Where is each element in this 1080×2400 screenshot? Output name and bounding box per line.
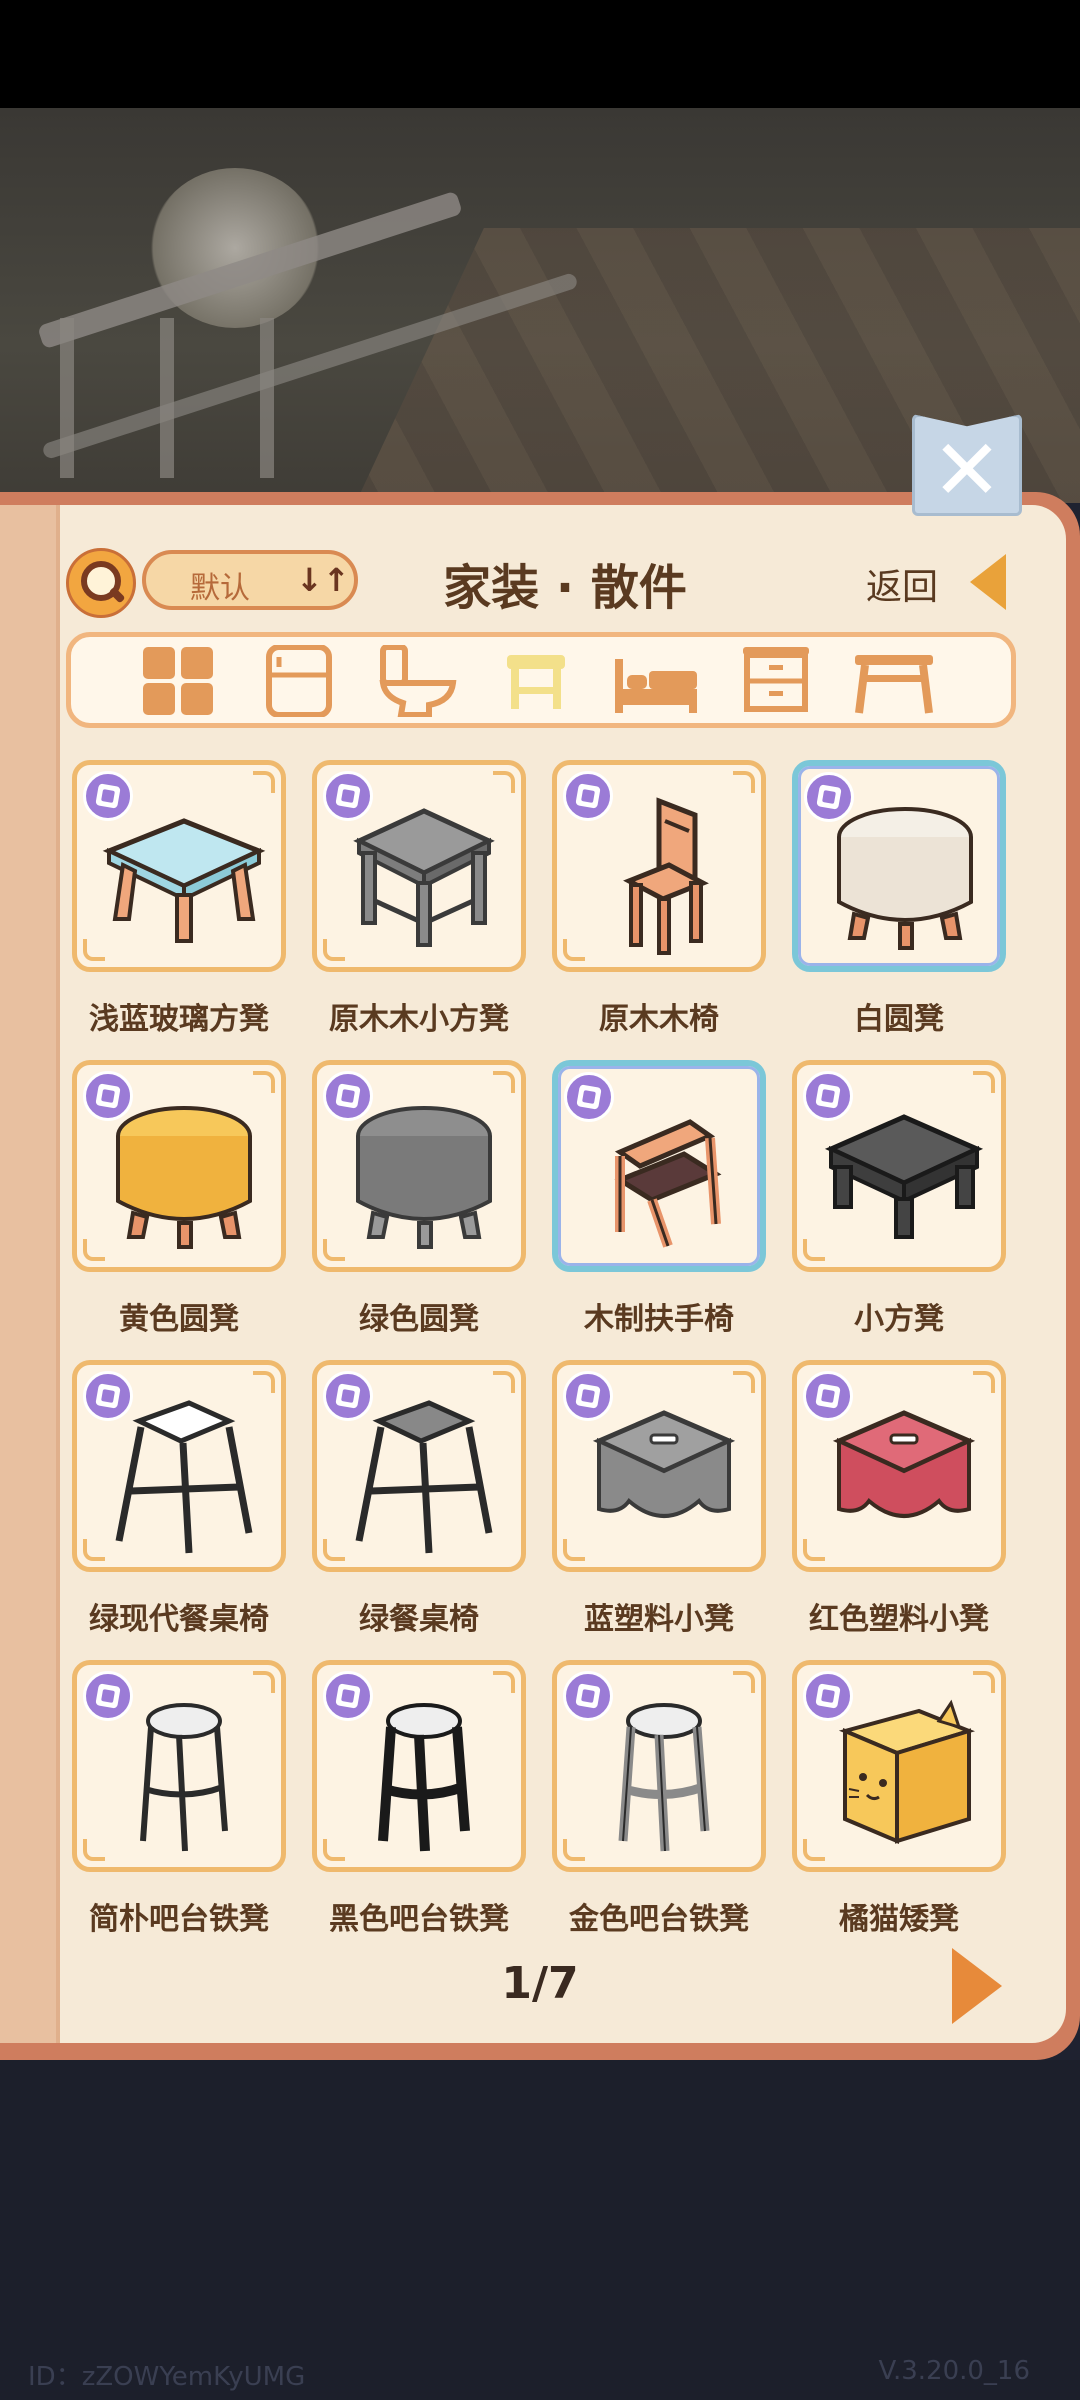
item-name: 绿色圆凳 (359, 1302, 479, 1337)
item-slot[interactable]: 黑色吧台铁凳 (312, 1660, 526, 1950)
back-arrow-icon[interactable] (970, 554, 1006, 610)
page-indicator: 1/7 (501, 1958, 579, 2009)
grey-bar-stool-icon (355, 1400, 493, 1554)
item-name: 小方凳 (854, 1302, 944, 1337)
grey-plastic-stool-icon (592, 1410, 736, 1518)
item-card[interactable] (72, 760, 286, 972)
item-name: 浅蓝玻璃方凳 (89, 1002, 269, 1037)
item-card[interactable] (72, 1060, 286, 1272)
close-button[interactable]: ✕ (912, 414, 1022, 516)
item-slot[interactable]: 绿餐桌椅 (312, 1360, 526, 1650)
item-slot[interactable]: 原木木小方凳 (312, 760, 526, 1050)
grey-square-stool-icon (353, 808, 495, 947)
white-tall-stool-icon (140, 1703, 228, 1852)
item-card[interactable] (72, 1360, 286, 1572)
wooden-armchair-icon (614, 1119, 722, 1248)
white-bar-stool-icon (115, 1400, 253, 1554)
toilet-icon[interactable] (373, 645, 463, 717)
sort-button[interactable]: 默认 ↓↑ (142, 550, 358, 610)
item-name: 白圆凳 (854, 1002, 944, 1037)
item-card-selected[interactable] (552, 1060, 766, 1272)
item-card[interactable] (792, 1060, 1006, 1272)
item-name: 原木木椅 (599, 1002, 719, 1037)
orange-cat-stool-icon (838, 1699, 976, 1845)
player-id: ID：zZOWYemKyUMG (28, 2362, 306, 2392)
rail-post (260, 318, 274, 478)
item-slot[interactable]: 蓝塑料小凳 (552, 1360, 766, 1650)
fridge-icon[interactable] (255, 645, 345, 717)
item-slot[interactable]: 金色吧台铁凳 (552, 1660, 766, 1950)
item-name: 绿现代餐桌椅 (89, 1602, 269, 1637)
item-name: 黑色吧台铁凳 (329, 1902, 509, 1937)
item-card[interactable] (72, 1660, 286, 1872)
version-label: V.3.20.0_16 (878, 2356, 1030, 2386)
item-card[interactable] (792, 1660, 1006, 1872)
status-bar (0, 0, 1080, 108)
sort-icon: ↓↑ (296, 561, 350, 599)
search-button[interactable] (66, 548, 136, 618)
item-card[interactable] (792, 1360, 1006, 1572)
item-slot[interactable]: 木制扶手椅 (552, 1060, 766, 1350)
glass-square-stool-icon (102, 818, 266, 943)
item-slot[interactable]: 原木木椅 (552, 760, 766, 1050)
next-page-button[interactable] (952, 1948, 1002, 2024)
yellow-round-stool-icon (116, 1106, 252, 1249)
cabinet-icon[interactable] (731, 645, 821, 717)
item-name: 简朴吧台铁凳 (89, 1902, 269, 1937)
item-card[interactable] (312, 1360, 526, 1572)
item-card[interactable] (552, 1660, 766, 1872)
item-slot[interactable]: 浅蓝玻璃方凳 (72, 760, 286, 1050)
stool-icon[interactable] (491, 645, 581, 717)
item-name: 橘猫矮凳 (839, 1902, 959, 1937)
item-card[interactable] (552, 1360, 766, 1572)
rail-post (60, 318, 74, 478)
item-slot[interactable]: 小方凳 (792, 1060, 1006, 1350)
item-name: 蓝塑料小凳 (584, 1602, 734, 1637)
item-card[interactable] (312, 760, 526, 972)
close-icon: ✕ (931, 420, 1003, 519)
item-slot[interactable]: 橘猫矮凳 (792, 1660, 1006, 1950)
item-slot[interactable]: 绿现代餐桌椅 (72, 1360, 286, 1650)
back-button[interactable]: 返回 (866, 558, 938, 610)
category-tab-bar (66, 632, 1016, 728)
item-card-selected[interactable] (792, 760, 1006, 972)
item-name: 木制扶手椅 (584, 1302, 734, 1337)
item-name: 原木木小方凳 (329, 1002, 509, 1037)
page-title: 家装 · 散件 (443, 560, 687, 616)
table-icon[interactable] (849, 645, 939, 717)
item-slot[interactable]: 白圆凳 (792, 760, 1006, 1050)
bed-icon[interactable] (611, 645, 701, 717)
red-plastic-stool-icon (832, 1410, 976, 1518)
item-slot[interactable]: 绿色圆凳 (312, 1060, 526, 1350)
bottom-area (0, 2060, 1080, 2400)
item-name: 金色吧台铁凳 (569, 1902, 749, 1937)
rail-post (160, 318, 174, 478)
item-name: 黄色圆凳 (119, 1302, 239, 1337)
item-slot[interactable]: 红色塑料小凳 (792, 1360, 1006, 1650)
white-round-stool-icon (837, 807, 973, 950)
item-card[interactable] (312, 1660, 526, 1872)
item-card[interactable] (552, 760, 766, 972)
black-tall-stool-icon (378, 1703, 470, 1852)
item-slot[interactable]: 简朴吧台铁凳 (72, 1660, 286, 1950)
item-slot[interactable]: 黄色圆凳 (72, 1060, 286, 1350)
wooden-chair-icon (623, 797, 709, 955)
item-name: 红色塑料小凳 (809, 1602, 989, 1637)
sort-label: 默认 (190, 571, 250, 606)
all-grid-icon[interactable] (135, 645, 225, 717)
item-card[interactable] (312, 1060, 526, 1272)
item-name: 绿餐桌椅 (359, 1602, 479, 1637)
panel-spine (0, 505, 62, 2043)
grey-round-stool-icon (356, 1106, 492, 1249)
black-square-stool-icon (824, 1114, 984, 1239)
silver-tall-stool-icon (618, 1703, 710, 1852)
